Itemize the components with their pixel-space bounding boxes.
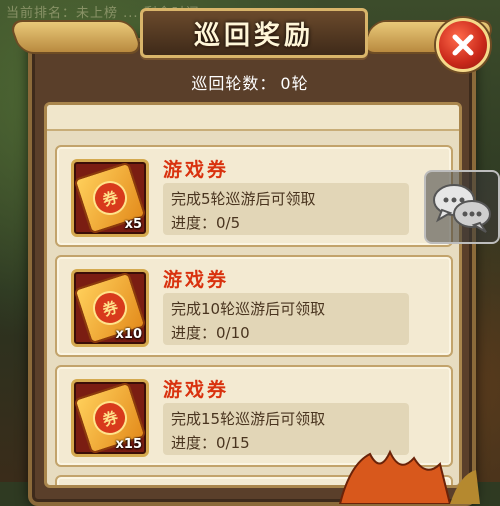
close-icon	[452, 34, 474, 56]
reward-item-slot[interactable]: 券 x10	[71, 269, 149, 347]
reward-desc-box: 完成10轮巡游后可领取 进度：0/10	[163, 293, 409, 345]
title-wing-left	[7, 20, 145, 54]
round-count-label: 巡回轮数：	[191, 74, 277, 93]
ticket-seal: 券	[88, 176, 132, 220]
character-decoration	[338, 449, 480, 504]
reward-requirement: 完成15轮巡游后可领取	[171, 410, 326, 428]
list-top-strip	[47, 105, 459, 131]
reward-quantity: x15	[115, 437, 142, 452]
page-title: 巡回奖励	[193, 20, 314, 51]
reward-requirement: 完成10轮巡游后可领取	[171, 300, 326, 318]
progress-label: 进度：	[171, 324, 217, 342]
reward-title: 游戏券	[163, 379, 230, 401]
progress-value: 0/15	[216, 434, 250, 452]
reward-item-slot[interactable]: 券 x5	[71, 159, 149, 237]
chat-bubbles-icon	[433, 184, 491, 233]
ticket-seal: 券	[88, 396, 132, 440]
round-count-value: 0轮	[280, 74, 309, 93]
reward-quantity: x10	[115, 327, 142, 342]
title-banner: 巡回奖励	[140, 8, 368, 58]
reward-progress: 进度：0/10	[171, 322, 250, 343]
reward-list[interactable]: 券 x5 游戏券 完成5轮巡游后可领取 进度：0/5 券 x10 游戏券 完成1…	[44, 102, 462, 488]
reward-card: 券 x10 游戏券 完成10轮巡游后可领取 进度：0/10	[55, 255, 453, 357]
reward-progress: 进度：0/15	[171, 432, 250, 453]
progress-value: 0/5	[216, 214, 241, 232]
progress-label: 进度：	[171, 214, 217, 232]
ticket-seal: 券	[88, 286, 132, 330]
round-count: 巡回轮数： 0轮	[0, 70, 500, 94]
reward-progress: 进度：0/5	[171, 212, 240, 233]
reward-title: 游戏券	[163, 159, 230, 181]
progress-value: 0/10	[216, 324, 250, 342]
chat-button[interactable]	[424, 170, 500, 244]
reward-card: 券 x5 游戏券 完成5轮巡游后可领取 进度：0/5	[55, 145, 453, 247]
progress-label: 进度：	[171, 434, 217, 452]
reward-desc-box: 完成5轮巡游后可领取 进度：0/5	[163, 183, 409, 235]
reward-quantity: x5	[124, 217, 142, 232]
reward-title: 游戏券	[163, 269, 230, 291]
reward-requirement: 完成5轮巡游后可领取	[171, 190, 316, 208]
reward-item-slot[interactable]: 券 x15	[71, 379, 149, 457]
close-button[interactable]	[436, 18, 490, 72]
